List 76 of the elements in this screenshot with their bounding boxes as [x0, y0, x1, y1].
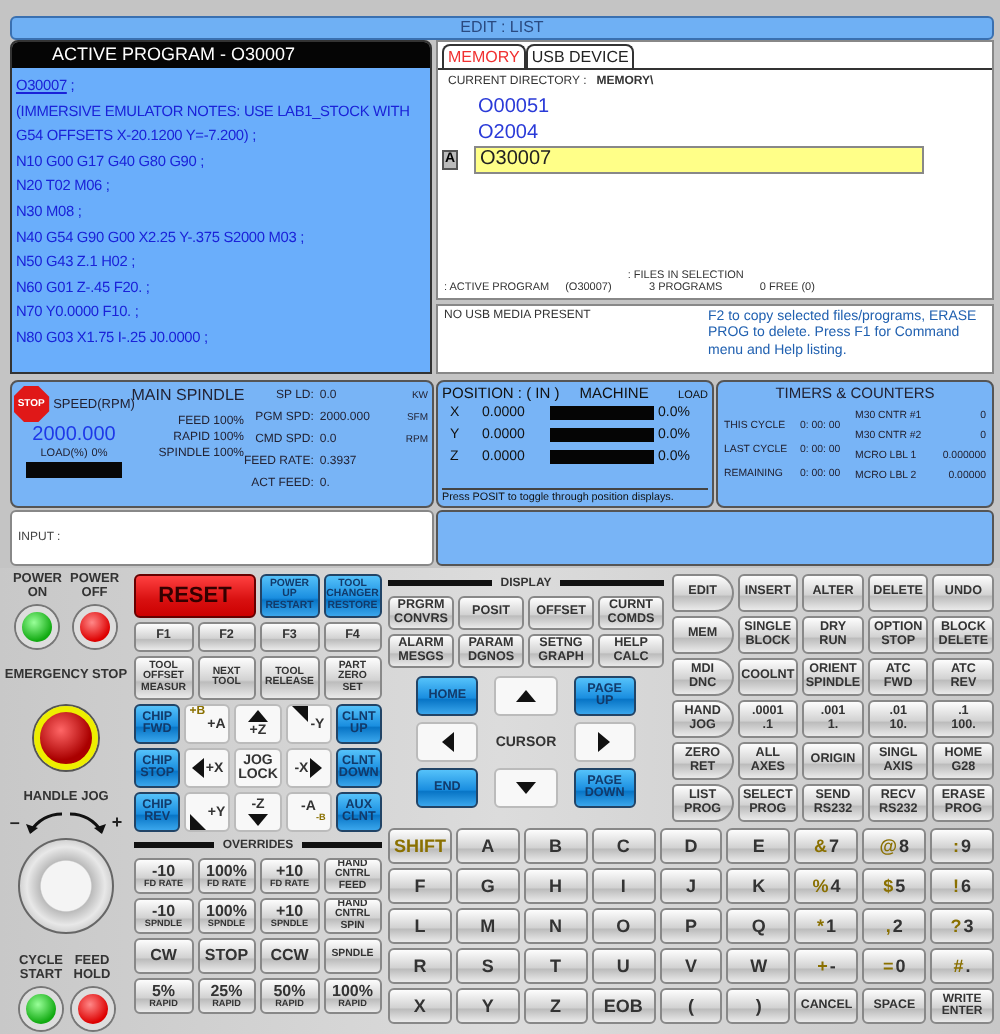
keypad-key[interactable]: J — [659, 868, 723, 904]
up-arrow-icon — [515, 690, 536, 702]
speed-value: 2000.000 — [32, 424, 116, 446]
keypad-key[interactable]: ( — [659, 988, 723, 1024]
program-list-item[interactable]: O2004 — [462, 121, 912, 145]
keypad-key[interactable]: *1 — [794, 908, 859, 944]
right-arrow-icon — [310, 758, 323, 778]
down-arrow-icon — [247, 814, 268, 826]
keypad-key[interactable]: R — [388, 948, 452, 984]
keypad-key[interactable]: B — [523, 828, 588, 864]
keypad-key[interactable]: ,2 — [862, 908, 927, 944]
override-key[interactable]: STOP — [197, 938, 256, 974]
cycle-button[interactable] — [71, 988, 114, 1030]
keypad-key[interactable]: #. — [930, 948, 994, 984]
keypad-key[interactable]: E — [726, 828, 791, 864]
keypad-key[interactable]: A — [455, 828, 520, 864]
keypad-key[interactable]: W — [726, 948, 791, 984]
override-key[interactable]: CW — [134, 938, 193, 974]
panel-key[interactable]: RESET — [134, 574, 256, 618]
down-arrow-icon — [515, 782, 536, 794]
program-title: ACTIVE PROGRAM - O30007 — [12, 42, 430, 68]
panel-title: MAIN SPINDLE — [131, 386, 245, 404]
up-arrow-icon — [247, 710, 268, 722]
override-key[interactable]: CCW — [260, 938, 319, 974]
left-arrow-icon — [191, 758, 204, 778]
keypad-key[interactable]: H — [523, 868, 588, 904]
keypad-key[interactable]: :9 — [930, 828, 994, 864]
curved-arrows-icon — [21, 810, 110, 835]
power-button[interactable] — [73, 605, 116, 648]
keypad-key[interactable]: ?3 — [930, 908, 994, 944]
keypad-key[interactable]: Z — [523, 988, 588, 1024]
keypad-key[interactable]: T — [523, 948, 588, 984]
keypad-key[interactable]: !6 — [930, 868, 994, 904]
keypad-key[interactable]: +- — [794, 948, 859, 984]
tab[interactable]: USB DEVICE — [525, 44, 635, 68]
keypad-key[interactable]: O — [591, 908, 656, 944]
keypad-key[interactable]: M — [455, 908, 520, 944]
keypad-key[interactable]: Q — [726, 908, 791, 944]
keypad-key[interactable]: L — [388, 908, 452, 944]
keypad-key[interactable]: F — [388, 868, 452, 904]
keypad-key[interactable]: @8 — [862, 828, 927, 864]
keypad-key[interactable]: &7 — [794, 828, 859, 864]
keypad-key[interactable]: %4 — [794, 868, 859, 904]
keypad-key[interactable]: N — [523, 908, 588, 944]
keypad-key[interactable]: S — [455, 948, 520, 984]
keypad-key[interactable]: EOB — [591, 988, 656, 1024]
cycle-button[interactable] — [20, 988, 62, 1030]
keypad-key[interactable]: K — [726, 868, 791, 904]
program-list-item[interactable]: O30007 — [474, 145, 924, 173]
keypad-key[interactable]: X — [388, 988, 452, 1024]
keypad-key[interactable]: =0 — [862, 948, 927, 984]
tab[interactable]: MEMORY — [442, 44, 526, 68]
minus-label: – — [9, 812, 20, 833]
keypad-key[interactable]: $5 — [862, 868, 927, 904]
keypad-key[interactable]: U — [591, 948, 656, 984]
cursor-key[interactable] — [416, 722, 479, 762]
keypad-key[interactable]: V — [659, 948, 723, 984]
keypad-key[interactable]: C — [591, 828, 656, 864]
emergency-stop-button[interactable] — [34, 706, 98, 770]
power-button[interactable] — [16, 605, 59, 648]
keypad-key[interactable]: ) — [726, 988, 791, 1024]
keypad-key[interactable]: Y — [455, 988, 520, 1024]
keypad-key[interactable]: I — [591, 868, 656, 904]
mode-bar: EDIT : LIST — [10, 16, 994, 40]
left-arrow-icon — [441, 732, 454, 752]
keypad-key[interactable]: G — [455, 868, 520, 904]
plus-label: + — [111, 812, 123, 833]
keypad-key[interactable]: P — [659, 908, 723, 944]
corner-arrow-icon — [292, 706, 309, 722]
cursor-key[interactable] — [494, 768, 558, 808]
program-list-item[interactable]: O00051 — [462, 95, 912, 119]
cursor-key[interactable] — [494, 676, 558, 716]
keypad-key[interactable]: D — [659, 828, 723, 864]
handle-jog-wheel[interactable] — [18, 838, 114, 935]
right-arrow-icon — [598, 732, 611, 752]
cursor-key[interactable] — [573, 722, 636, 762]
